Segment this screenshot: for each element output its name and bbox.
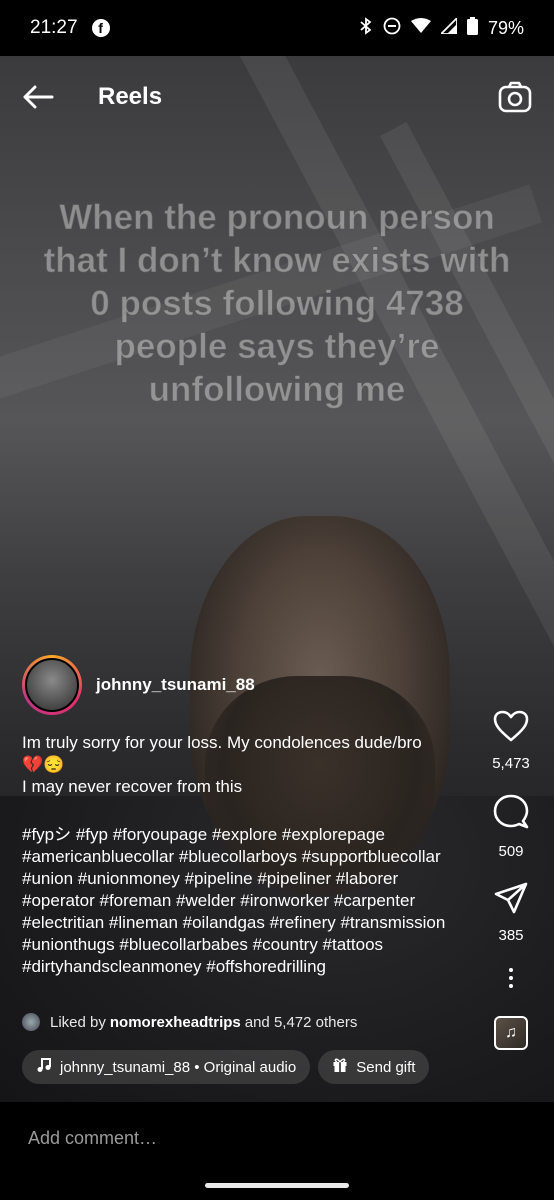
share-button[interactable]: 385 bbox=[494, 882, 528, 944]
author-username[interactable]: johnny_tsunami_88 bbox=[96, 675, 255, 695]
share-icon[interactable] bbox=[494, 882, 528, 919]
status-time: 21:27 bbox=[30, 17, 78, 38]
reel-author[interactable]: johnny_tsunami_88 bbox=[22, 655, 255, 715]
liked-by[interactable]: Liked by nomorexheadtrips and 5,472 othe… bbox=[22, 1013, 357, 1031]
dnd-icon bbox=[383, 17, 401, 40]
add-comment-input[interactable]: Add comment… bbox=[28, 1128, 157, 1149]
caption-line2: I may never recover from this bbox=[22, 777, 243, 796]
status-bar: 21:27 f 79% bbox=[0, 0, 554, 56]
caption-emoji: 💔😔 bbox=[22, 755, 65, 774]
liked-by-suffix[interactable]: and 5,472 others bbox=[245, 1014, 358, 1031]
heart-icon[interactable] bbox=[493, 710, 529, 747]
music-note-icon bbox=[36, 1057, 52, 1077]
back-arrow-icon[interactable] bbox=[22, 82, 56, 112]
caption-hashtags[interactable]: #fypシ #fyp #foryoupage #explore #explore… bbox=[22, 824, 467, 978]
gift-icon bbox=[332, 1057, 348, 1077]
avatar[interactable] bbox=[22, 655, 82, 715]
bluetooth-icon bbox=[359, 16, 373, 40]
facebook-icon: f bbox=[91, 19, 110, 37]
comment-button[interactable]: 509 bbox=[493, 794, 529, 860]
reels-top-bar: Reels bbox=[0, 72, 554, 122]
liked-by-user[interactable]: nomorexheadtrips bbox=[110, 1014, 241, 1031]
reel-chips: johnny_tsunami_88 • Original audio Send … bbox=[22, 1050, 430, 1084]
original-audio-chip[interactable]: johnny_tsunami_88 • Original audio bbox=[22, 1050, 311, 1084]
liked-by-prefix: Liked by bbox=[50, 1013, 106, 1031]
audio-label: johnny_tsunami_88 • Original audio bbox=[60, 1058, 297, 1076]
home-indicator[interactable] bbox=[205, 1183, 349, 1188]
wifi-icon bbox=[410, 17, 431, 39]
camera-icon[interactable] bbox=[498, 80, 532, 114]
comment-count: 509 bbox=[498, 843, 524, 860]
comment-icon[interactable] bbox=[493, 794, 529, 835]
audio-thumbnail[interactable]: ♫ bbox=[494, 1016, 528, 1050]
send-gift-chip[interactable]: Send gift bbox=[318, 1050, 430, 1084]
comment-bar: Add comment… bbox=[0, 1102, 554, 1200]
caption-line1: Im truly sorry for your loss. My condole… bbox=[22, 733, 422, 752]
battery-level: 79% bbox=[487, 17, 524, 38]
liked-by-avatar bbox=[22, 1013, 40, 1031]
more-icon[interactable] bbox=[509, 968, 513, 988]
reel-caption[interactable]: Im truly sorry for your loss. My condole… bbox=[22, 732, 492, 798]
action-rail: 5,473 509 385 ♫ bbox=[486, 710, 536, 1050]
video-overlay-text: When the pronoun person that I don’t kno… bbox=[43, 198, 511, 410]
like-count: 5,473 bbox=[492, 755, 530, 772]
battery-icon bbox=[466, 16, 478, 40]
music-note-icon: ♫ bbox=[505, 1024, 517, 1041]
like-button[interactable]: 5,473 bbox=[492, 710, 530, 772]
page-title: Reels bbox=[98, 83, 163, 110]
share-count: 385 bbox=[498, 927, 524, 944]
signal-icon bbox=[438, 15, 458, 39]
gift-label: Send gift bbox=[356, 1058, 416, 1076]
